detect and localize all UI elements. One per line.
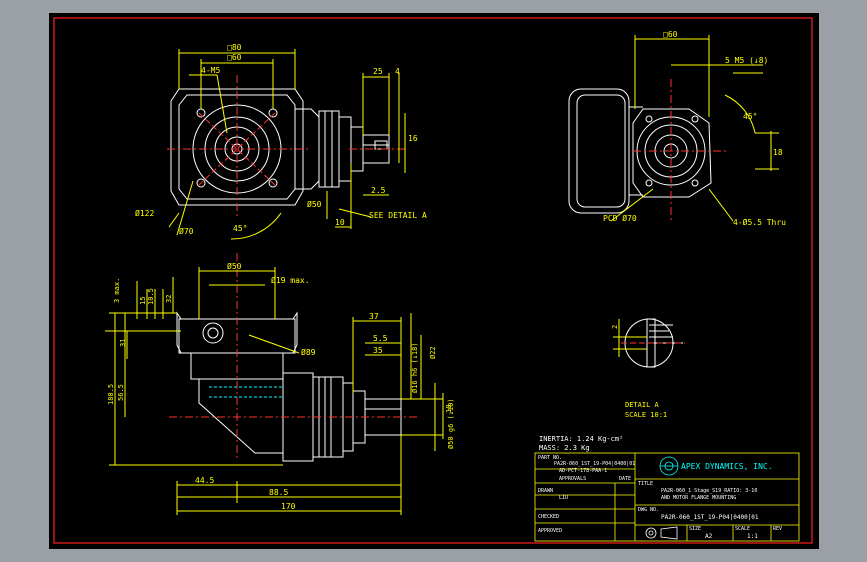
dim-15: 15 (139, 297, 147, 305)
dim-25: 25 (373, 67, 383, 76)
dim-35: 35 (373, 346, 383, 355)
holes-note: 4-M5 (201, 66, 220, 75)
approval-label: APPROVALS (559, 476, 586, 482)
dia-16: Ø16 h6 (↓18) (411, 342, 419, 393)
dia-50: Ø50 (307, 199, 322, 209)
checked-label: CHECKED (538, 514, 559, 520)
detail-ref: SEE DETAIL A (369, 211, 427, 220)
angle-45: 45° (233, 224, 247, 233)
cad-viewport: □80 □60 4-M5 Ø122 Ø70 45° 25 4 16 2.5 Ø5… (0, 0, 867, 562)
rev-label: REV (773, 526, 782, 532)
detail-label: DETAIL A (625, 401, 660, 409)
dim-44-5: 44.5 (195, 476, 214, 485)
dim-10-5: 10.5 (147, 288, 155, 305)
drawn-label: DRAWN (538, 488, 553, 494)
drawing-sheet[interactable]: □80 □60 4-M5 Ø122 Ø70 45° 25 4 16 2.5 Ø5… (49, 13, 819, 549)
scale-value: 1:1 (747, 533, 758, 540)
dim-32: 32 (165, 295, 173, 303)
dim-80: □80 (227, 43, 242, 52)
dia-22: Ø22 (429, 346, 437, 359)
dim-2-5: 2.5 (371, 186, 386, 195)
part-no-line2: AD-PCT-178-PAA-1 (559, 468, 607, 474)
dim-5-5: 5.5 (373, 334, 388, 343)
company-name: APEX DYNAMICS, INC. (681, 462, 773, 471)
notes: INERTIA: 1.24 Kg-cm² MASS: 2.3 Kg (539, 435, 623, 452)
dim-60: □60 (663, 30, 678, 39)
dim-2: 2 (611, 325, 619, 329)
dim-3max: 3 max. (113, 278, 121, 303)
output-side-labels: □60 5 M5 (↓8) 45° 18 PCD Ø70 4-Ø5.5 Thru (603, 30, 786, 227)
dim-56-5: 56.5 (117, 384, 125, 401)
title-line2: AND MOTOR FLANGE MOUNTING (661, 495, 736, 501)
size-label: SIZE (689, 526, 701, 532)
dia-19: Ø19 max. (271, 275, 310, 285)
dia-50-top: Ø50 (227, 261, 242, 271)
projection-symbol-icon (645, 526, 678, 540)
holes-note: 4-Ø5.5 Thru (733, 217, 786, 227)
size-value: A2 (705, 533, 713, 540)
angle-45: 45° (743, 112, 757, 121)
dim-31: 31 (119, 339, 127, 347)
dwg-no: PA2R-060_1ST_19-P04|0400|01 (661, 514, 759, 521)
dwg-no-label: DWG NO. (638, 507, 659, 513)
main-side-labels: Ø50 Ø19 max. 3 max. 15 10.5 32 31 56.5 1… (107, 261, 455, 511)
mass-note: MASS: 2.3 Kg (539, 444, 590, 452)
title-line1: PA2R-060_1 Stage_S19_RATIO: 3-10 (661, 488, 757, 494)
dia-89: Ø89 (301, 347, 316, 357)
thread-note: 5 M5 (↓8) (725, 56, 768, 65)
main-side-view (105, 253, 444, 515)
scale-label: SCALE (735, 526, 750, 532)
drawn-value: LIU (559, 495, 568, 501)
dim-16: 16 (408, 134, 418, 143)
dim-10: 10 (335, 218, 345, 227)
company-logo-icon (659, 456, 679, 476)
detail-scale: SCALE 10:1 (625, 411, 667, 419)
dim-18: 18 (773, 148, 783, 157)
front-flange-labels: □80 □60 4-M5 Ø122 Ø70 45° (135, 43, 247, 236)
detail-a-view (613, 318, 685, 368)
front-flange-view (167, 49, 311, 240)
pcd-note: PCD Ø70 (603, 213, 637, 223)
date-label: DATE (619, 476, 631, 482)
dim-18: 18 (445, 405, 453, 413)
drawing-canvas: □80 □60 4-M5 Ø122 Ø70 45° 25 4 16 2.5 Ø5… (53, 17, 813, 544)
dim-170: 170 (281, 502, 296, 511)
dim-60: □60 (227, 53, 242, 62)
dim-4: 4 (395, 67, 400, 76)
approved-label: APPROVED (538, 528, 562, 534)
title-label: TITLE (638, 481, 653, 487)
part-no-line1: PA2R-060_1ST_19-P04|0400|01 (554, 461, 635, 467)
dim-180-5: 180.5 (107, 384, 115, 405)
dim-88-5: 88.5 (269, 488, 288, 497)
dia-70: Ø70 (179, 226, 194, 236)
dim-37: 37 (369, 312, 379, 321)
inertia-note: INERTIA: 1.24 Kg-cm² (539, 435, 623, 443)
dia-122: Ø122 (135, 208, 154, 218)
